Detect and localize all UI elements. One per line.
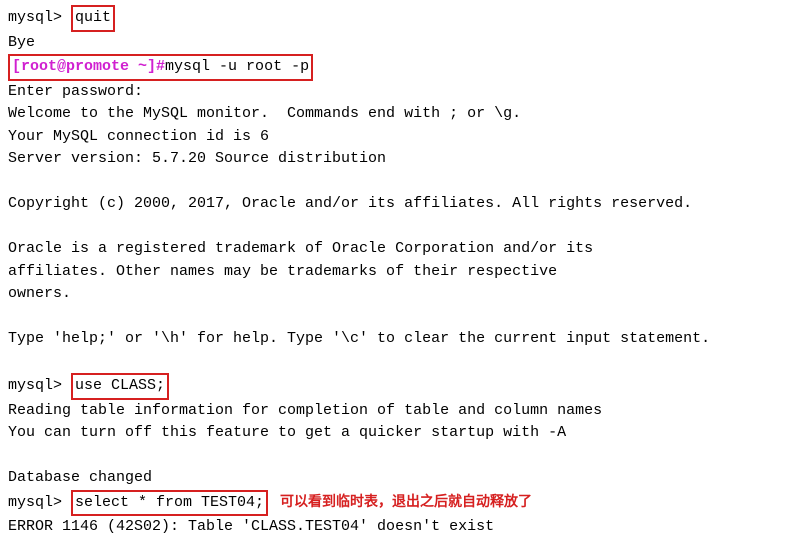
hash-sign: # <box>156 58 165 75</box>
terminal-line: Server version: 5.7.20 Source distributi… <box>8 148 787 171</box>
terminal-line <box>8 445 787 468</box>
terminal-line: Type 'help;' or '\h' for help. Type '\c'… <box>8 328 787 351</box>
terminal-line: You can turn off this feature to get a q… <box>8 422 787 445</box>
terminal-line: Bye <box>8 32 787 55</box>
mysql-prompt: mysql> <box>8 494 71 511</box>
terminal-line: Copyright (c) 2000, 2017, Oracle and/or … <box>8 193 787 216</box>
terminal-line: Database changed <box>8 467 787 490</box>
terminal-line <box>8 171 787 194</box>
command-text: mysql -u root -p <box>165 58 309 75</box>
terminal-line: ERROR 1146 (42S02): Table 'CLASS.TEST04'… <box>8 516 787 539</box>
mysql-prompt: mysql> <box>8 377 71 394</box>
mysql-login-command: [root@promote ~]#mysql -u root -p <box>8 54 313 81</box>
mysql-prompt: mysql> <box>8 9 71 26</box>
terminal-line: Your MySQL connection id is 6 <box>8 126 787 149</box>
select-test04-command: select * from TEST04; <box>71 490 268 517</box>
use-class-command: use CLASS; <box>71 373 169 400</box>
terminal-line: affiliates. Other names may be trademark… <box>8 261 787 284</box>
terminal-line: mysql> quit <box>8 5 787 32</box>
terminal-line: mysql> use CLASS; <box>8 373 787 400</box>
terminal-line: Enter password: <box>8 81 787 104</box>
shell-prompt: [root@promote ~] <box>12 58 156 75</box>
annotation-text: 可以看到临时表，退出之后就自动释放了 <box>280 493 532 509</box>
terminal-line <box>8 351 787 374</box>
terminal-line: Oracle is a registered trademark of Orac… <box>8 238 787 261</box>
terminal-line <box>8 216 787 239</box>
terminal-line: Welcome to the MySQL monitor. Commands e… <box>8 103 787 126</box>
terminal-line: mysql> select * from TEST04; 可以看到临时表，退出之后… <box>8 490 787 517</box>
terminal-line: owners. <box>8 283 787 306</box>
terminal-line: Reading table information for completion… <box>8 400 787 423</box>
terminal-line <box>8 306 787 329</box>
quit-command: quit <box>71 5 115 32</box>
terminal-line: [root@promote ~]#mysql -u root -p <box>8 54 787 81</box>
